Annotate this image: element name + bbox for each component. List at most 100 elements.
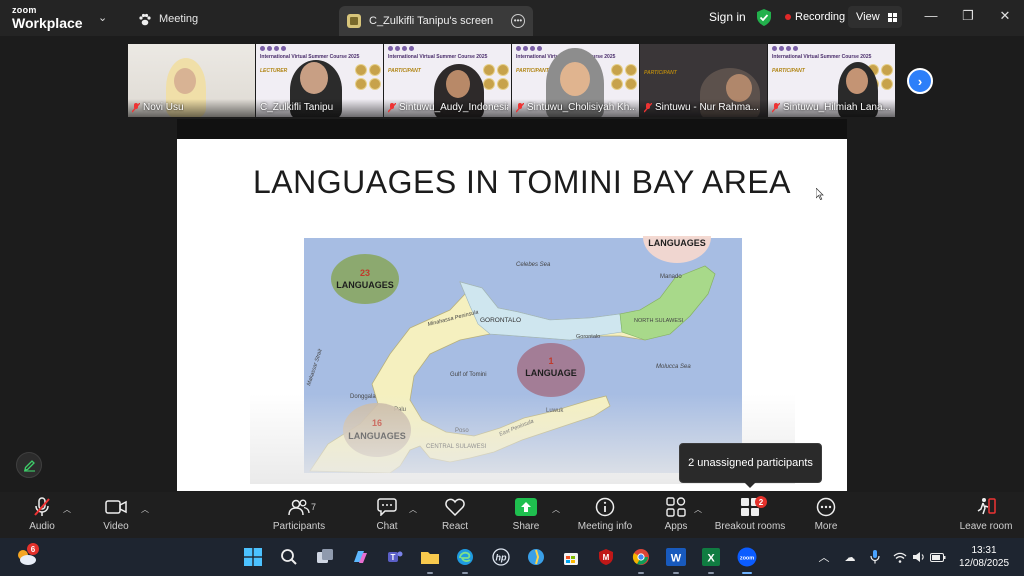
participant-tile[interactable]: Novi Usu xyxy=(128,44,255,117)
leave-room-icon xyxy=(977,498,996,515)
meeting-toolbar: Audio ︿ Video ︿ Participants 7 Chat ︿ Re… xyxy=(0,492,1024,538)
view-label: View xyxy=(856,11,880,23)
mouse-cursor-icon xyxy=(816,188,824,200)
word-app[interactable]: W xyxy=(664,545,688,574)
brand-zoom-text: zoom xyxy=(12,5,37,15)
hp-app[interactable]: hp xyxy=(489,545,513,569)
participant-tile-active-speaker[interactable]: International Virtual Summer Course 2025… xyxy=(256,44,383,117)
participant-tile[interactable]: PARTICIPANT Sintuwu - Nur Rahma... xyxy=(640,44,767,117)
task-view-button[interactable] xyxy=(313,545,337,569)
chat-bubble-icon xyxy=(377,498,397,516)
restore-icon[interactable]: ❐ xyxy=(958,8,978,24)
participant-tile[interactable]: International Virtual Summer Course 2025… xyxy=(512,44,639,117)
annotate-button[interactable] xyxy=(16,452,42,478)
weather-badge: 6 xyxy=(27,543,39,555)
zoom-workplace-logo[interactable]: zoom Workplace xyxy=(12,5,83,31)
tab-meeting[interactable]: Meeting xyxy=(138,8,198,30)
microphone-icon[interactable] xyxy=(867,549,883,565)
tomini-bay-map: Celebes Sea Manado Minahassa Peninsula G… xyxy=(250,236,795,473)
background-banner: International Virtual Summer Course 2025 xyxy=(772,54,872,60)
task-view-icon xyxy=(317,549,333,563)
label-poso: Poso xyxy=(455,428,469,434)
edge-app[interactable] xyxy=(453,545,477,574)
label-manado: Manado xyxy=(660,274,682,280)
tab-shared-screen[interactable]: C_Zulkifli Tanipu's screen ••• xyxy=(339,6,533,36)
audio-label: Audio xyxy=(29,521,55,532)
apps-label: Apps xyxy=(664,521,688,532)
video-label: Video xyxy=(103,521,129,532)
participant-name: Sintuwu_Cholisiyah Kh... xyxy=(516,101,636,114)
participant-face xyxy=(726,74,752,102)
participant-tile[interactable]: International Virtual Summer Course 2025… xyxy=(768,44,895,117)
tab-meeting-label: Meeting xyxy=(159,13,199,25)
excel-app[interactable]: X xyxy=(699,545,723,574)
apps-options-caret-icon[interactable]: ︿ xyxy=(694,504,702,515)
banner-logos xyxy=(772,46,798,51)
file-explorer-app[interactable] xyxy=(418,545,442,574)
tab-shared-screen-label: C_Zulkifli Tanipu's screen xyxy=(369,15,494,27)
apps-button[interactable]: Apps xyxy=(634,496,718,536)
system-clock[interactable]: 13:31 12/08/2025 xyxy=(958,544,1010,570)
audio-options-caret-icon[interactable]: ︿ xyxy=(63,504,71,515)
participant-name: Novi Usu xyxy=(132,101,184,114)
label-north-sulawesi: NORTH SULAWESI xyxy=(634,318,684,324)
show-hidden-icons-chevron-icon[interactable]: ︿ xyxy=(816,549,832,565)
participant-tile[interactable]: International Virtual Summer Course 2025… xyxy=(384,44,511,117)
store-app[interactable] xyxy=(559,545,583,569)
wifi-icon[interactable] xyxy=(892,549,908,565)
breakout-rooms-label: Breakout rooms xyxy=(714,521,786,532)
participant-face xyxy=(174,68,196,94)
teams-app[interactable]: T xyxy=(383,545,407,569)
participant-name: Sintuwu_Audy_Indonesia xyxy=(388,101,508,114)
bubble-count: 1 xyxy=(548,356,553,366)
participant-name-text: Sintuwu_Audy_Indonesia xyxy=(399,102,508,113)
mic-muted-icon xyxy=(516,102,524,113)
bubble-label: LANGUAGES xyxy=(336,280,394,290)
view-button[interactable]: View xyxy=(848,6,902,28)
share-options-caret-icon[interactable]: ︿ xyxy=(552,504,560,515)
svg-text:zoom: zoom xyxy=(740,556,754,562)
search-button[interactable] xyxy=(277,545,301,569)
chrome-app[interactable] xyxy=(629,545,653,574)
windows-taskbar: T hp M W X zoom ︿ ☁ xyxy=(0,538,1024,576)
audio-button[interactable]: Audio xyxy=(0,496,84,536)
grid-view-icon xyxy=(887,12,897,22)
running-indicator xyxy=(462,572,468,574)
close-icon[interactable]: ✕ xyxy=(995,8,1015,24)
meeting-info-label: Meeting info xyxy=(577,521,633,532)
more-button[interactable]: More xyxy=(784,496,868,536)
participants-label: Participants xyxy=(272,521,326,532)
sign-in-button[interactable]: Sign in xyxy=(709,10,746,24)
participants-button[interactable]: Participants xyxy=(257,496,341,536)
map-graphic: Celebes Sea Manado Minahassa Peninsula G… xyxy=(304,236,742,473)
video-button[interactable]: Video xyxy=(74,496,158,536)
bubble-label: LANGUAGE xyxy=(525,368,577,378)
share-button[interactable]: Share xyxy=(484,496,568,536)
battery-icon[interactable] xyxy=(930,549,946,565)
chrome-helper-app[interactable] xyxy=(524,545,548,569)
recording-indicator[interactable]: Recording xyxy=(785,11,845,23)
shared-screen: LANGUAGES IN TOMINI BAY AREA Celebes Sea… xyxy=(177,119,847,491)
mcafee-app[interactable]: M xyxy=(594,545,618,569)
volume-icon[interactable] xyxy=(911,549,927,565)
breakout-rooms-button[interactable]: Breakout rooms xyxy=(708,496,792,536)
start-button[interactable] xyxy=(241,545,265,569)
video-options-caret-icon[interactable]: ︿ xyxy=(141,504,149,515)
bubble-gorontalo-west xyxy=(331,254,399,304)
background-role: PARTICIPANT xyxy=(388,68,421,74)
chevron-down-icon[interactable]: ⌄ xyxy=(98,11,107,24)
participant-name: Sintuwu_Hilmiah Lana... xyxy=(772,101,891,114)
copilot-app[interactable] xyxy=(348,545,372,569)
label-molucca-sea: Molucca Sea xyxy=(656,364,691,370)
zoom-app[interactable]: zoom xyxy=(735,545,759,574)
participant-name: C_Zulkifli Tanipu xyxy=(260,101,333,114)
leave-room-button[interactable]: Leave room xyxy=(944,496,1024,536)
minimize-icon[interactable]: — xyxy=(921,8,941,23)
shared-screen-top-edge xyxy=(177,119,847,139)
more-options-icon[interactable]: ••• xyxy=(511,14,525,28)
mic-muted-icon xyxy=(34,497,50,516)
background-banner: International Virtual Summer Course 2025 xyxy=(260,54,360,60)
next-page-button[interactable]: › xyxy=(907,68,933,94)
cloud-sync-icon[interactable]: ☁ xyxy=(842,549,858,565)
encryption-shield-icon[interactable] xyxy=(756,9,772,26)
